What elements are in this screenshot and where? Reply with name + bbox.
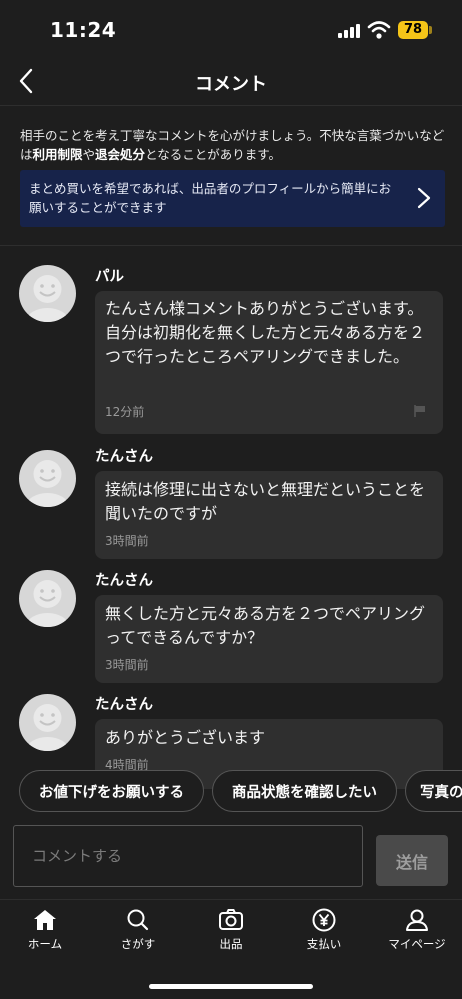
tab-label: マイページ <box>388 937 446 951</box>
quick-reply-chip[interactable]: 写真の <box>405 770 462 812</box>
notice-bold-withdrawal: 退会処分 <box>95 147 146 162</box>
comment-bubble: たんさん様コメントありがとうございます。自分は初期化を無くした方と元々ある方を２… <box>95 291 443 434</box>
tab-sell[interactable]: 出品 <box>186 908 276 958</box>
default-avatar-icon <box>26 580 69 627</box>
comment-input[interactable] <box>13 825 363 887</box>
comment-time: 3時間前 <box>105 658 149 672</box>
page-title: コメント <box>195 74 267 95</box>
notice-text-part: や <box>82 147 96 162</box>
avatar[interactable] <box>19 450 76 507</box>
comment-text: 無くした方と元々ある方を２つでペアリングってできるんですか？ <box>105 604 426 647</box>
quick-reply-chip[interactable]: 商品状態を確認したい <box>212 770 397 812</box>
camera-icon <box>219 909 243 930</box>
comment-text: 接続は修理に出さないと無理だということを聞いたのですが <box>105 480 426 523</box>
comment-text: たんさん様コメントありがとうございます。自分は初期化を無くした方と元々ある方を２… <box>105 299 426 366</box>
tab-home[interactable]: ホーム <box>0 908 90 958</box>
notice-text-part: となることがあります。 <box>145 147 281 162</box>
comment-composer: 送信 <box>0 814 462 899</box>
nav-bar: コメント <box>0 58 462 106</box>
home-icon <box>34 910 56 930</box>
wifi-icon <box>367 20 391 40</box>
chevron-right-icon <box>417 187 431 209</box>
tab-label: さがす <box>120 937 156 951</box>
tab-mypage[interactable]: マイページ <box>372 908 462 958</box>
home-indicator[interactable] <box>149 984 313 989</box>
comment-username[interactable]: たんさん <box>95 445 153 466</box>
status-bar: 11:24 78 <box>0 0 462 58</box>
comment-username[interactable]: たんさん <box>95 693 153 714</box>
tab-label: 支払い <box>306 937 342 951</box>
comment-bubble: 無くした方と元々ある方を２つでペアリングってできるんですか？ 3時間前 <box>95 595 443 683</box>
tab-label: 出品 <box>219 937 243 951</box>
flag-icon[interactable] <box>413 404 427 418</box>
battery-level: 78 <box>398 21 428 39</box>
quick-reply-bar: お値下げをお願いする 商品状態を確認したい 写真の <box>0 768 462 814</box>
quick-reply-chip[interactable]: お値下げをお願いする <box>19 770 204 812</box>
tab-label: ホーム <box>27 937 63 951</box>
avatar[interactable] <box>19 694 76 751</box>
default-avatar-icon <box>26 275 69 322</box>
battery-icon <box>429 26 432 34</box>
bulk-buy-banner[interactable]: まとめ買いを希望であれば、出品者のプロフィールから簡単にお願いすることができます <box>20 170 445 227</box>
tab-payment[interactable]: 支払い <box>279 908 369 958</box>
comment-username[interactable]: パル <box>95 265 124 286</box>
signal-icon <box>338 24 362 38</box>
comment-time: 12分前 <box>105 405 145 419</box>
comment-text: ありがとうございます <box>105 728 266 747</box>
notice-bold-restriction: 利用制限 <box>32 147 83 162</box>
comment-username[interactable]: たんさん <box>95 569 153 590</box>
avatar[interactable] <box>19 265 76 322</box>
search-icon <box>127 909 149 931</box>
default-avatar-icon <box>26 704 69 751</box>
yen-icon <box>312 908 336 932</box>
person-icon <box>406 909 428 931</box>
comment-time: 3時間前 <box>105 534 149 548</box>
notice-text: 相手のことを考え丁寧なコメントを心がけましょう。不快な言葉づかいなどは利用制限や… <box>20 126 445 164</box>
banner-text: まとめ買いを希望であれば、出品者のプロフィールから簡単にお願いすることができます <box>29 181 392 215</box>
default-avatar-icon <box>26 460 69 507</box>
send-button[interactable]: 送信 <box>376 835 448 886</box>
tab-search[interactable]: さがす <box>93 908 183 958</box>
status-time: 11:24 <box>50 18 117 42</box>
comment-list: パル たんさん様コメントありがとうございます。自分は初期化を無くした方と元々ある… <box>0 246 462 806</box>
comment-bubble: 接続は修理に出さないと無理だということを聞いたのですが 3時間前 <box>95 471 443 559</box>
avatar[interactable] <box>19 570 76 627</box>
